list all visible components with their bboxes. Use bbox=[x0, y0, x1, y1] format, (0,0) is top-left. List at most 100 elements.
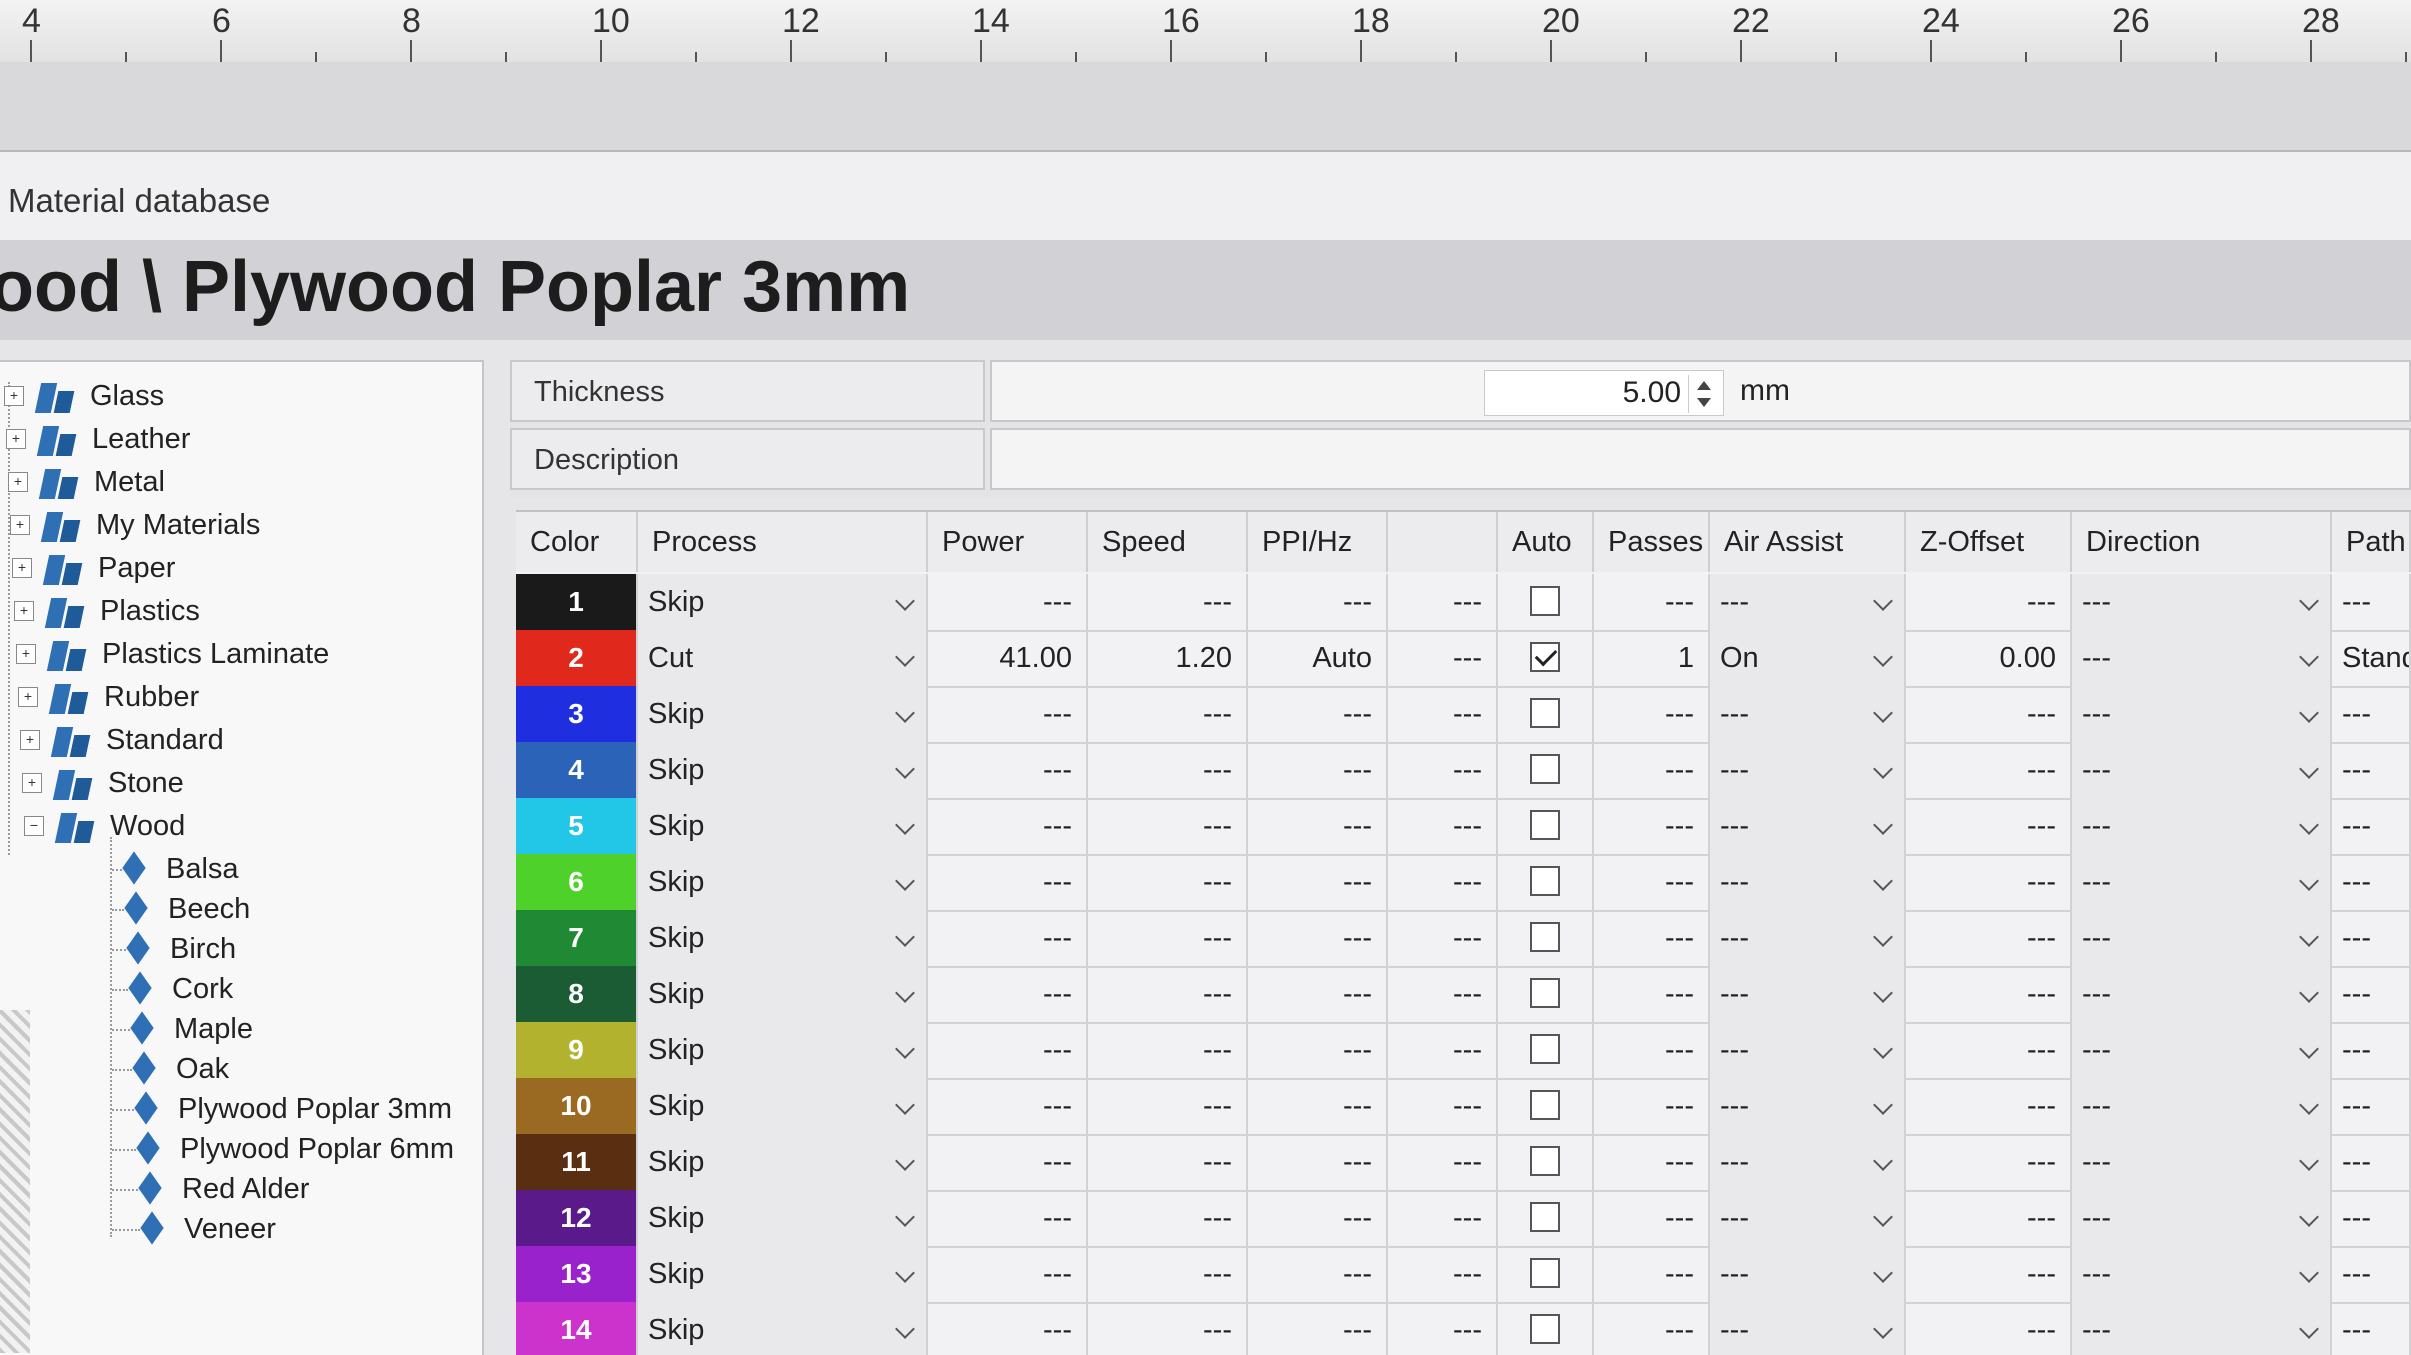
header-process[interactable]: Process bbox=[638, 512, 928, 572]
cell-zoffset-value[interactable]: 0.00 bbox=[1906, 630, 2072, 686]
cell-speed-value[interactable]: --- bbox=[1088, 910, 1248, 966]
color-swatch[interactable]: 1 bbox=[516, 574, 638, 630]
air-assist-select[interactable]: --- bbox=[1710, 854, 1906, 910]
cell-passes-value[interactable]: --- bbox=[1594, 798, 1710, 854]
color-swatch[interactable]: 12 bbox=[516, 1190, 638, 1246]
direction-select[interactable]: --- bbox=[2072, 1246, 2332, 1302]
cell-zoffset-value[interactable]: --- bbox=[1906, 1134, 2072, 1190]
cell-speed-value[interactable]: --- bbox=[1088, 1078, 1248, 1134]
expand-icon[interactable]: + bbox=[16, 644, 36, 664]
color-swatch[interactable]: 8 bbox=[516, 966, 638, 1022]
cell-passes-value[interactable]: --- bbox=[1594, 910, 1710, 966]
cell-passes-value[interactable]: --- bbox=[1594, 1246, 1710, 1302]
auto-checkbox[interactable] bbox=[1530, 1202, 1560, 1232]
direction-select[interactable]: --- bbox=[2072, 1302, 2332, 1355]
direction-select[interactable]: --- bbox=[2072, 574, 2332, 630]
auto-checkbox[interactable] bbox=[1530, 642, 1560, 672]
tree-material-plywood-poplar-6mm[interactable]: Plywood Poplar 6mm bbox=[132, 1129, 454, 1169]
cell-speed-value[interactable]: --- bbox=[1088, 966, 1248, 1022]
cell-extra-value[interactable]: --- bbox=[1388, 854, 1498, 910]
tree-material-plywood-poplar-3mm[interactable]: Plywood Poplar 3mm bbox=[130, 1089, 452, 1129]
direction-select[interactable]: --- bbox=[2072, 854, 2332, 910]
process-select[interactable]: Skip bbox=[638, 798, 928, 854]
cell-power-value[interactable]: --- bbox=[928, 1078, 1088, 1134]
expand-icon[interactable]: + bbox=[14, 601, 34, 621]
cell-ppi-value[interactable]: --- bbox=[1248, 1022, 1388, 1078]
header-color[interactable]: Color bbox=[516, 512, 638, 572]
process-select[interactable]: Skip bbox=[638, 574, 928, 630]
cell-passes-value[interactable]: --- bbox=[1594, 1078, 1710, 1134]
direction-select[interactable]: --- bbox=[2072, 1022, 2332, 1078]
cell-speed-value[interactable]: --- bbox=[1088, 1246, 1248, 1302]
cell-speed-value[interactable]: --- bbox=[1088, 1302, 1248, 1355]
direction-select[interactable]: --- bbox=[2072, 686, 2332, 742]
cell-extra-value[interactable]: --- bbox=[1388, 1078, 1498, 1134]
cell-extra-value[interactable]: --- bbox=[1388, 1022, 1498, 1078]
auto-checkbox[interactable] bbox=[1530, 866, 1560, 896]
cell-speed-value[interactable]: 1.20 bbox=[1088, 630, 1248, 686]
cell-ppi-value[interactable]: --- bbox=[1248, 854, 1388, 910]
auto-checkbox[interactable] bbox=[1530, 586, 1560, 616]
cell-power-value[interactable]: --- bbox=[928, 1302, 1088, 1355]
direction-select[interactable]: --- bbox=[2072, 1134, 2332, 1190]
cell-zoffset-value[interactable]: --- bbox=[1906, 1078, 2072, 1134]
tree-material-oak[interactable]: Oak bbox=[128, 1049, 229, 1089]
tree-material-maple[interactable]: Maple bbox=[126, 1009, 253, 1049]
color-swatch[interactable]: 2 bbox=[516, 630, 638, 686]
cell-extra-value[interactable]: --- bbox=[1388, 910, 1498, 966]
color-swatch[interactable]: 13 bbox=[516, 1246, 638, 1302]
auto-checkbox[interactable] bbox=[1530, 922, 1560, 952]
tree-category-standard[interactable]: + Standard bbox=[20, 720, 224, 760]
cell-power-value[interactable]: --- bbox=[928, 1246, 1088, 1302]
process-select[interactable]: Skip bbox=[638, 1190, 928, 1246]
cell-zoffset-value[interactable]: --- bbox=[1906, 686, 2072, 742]
cell-extra-value[interactable]: --- bbox=[1388, 630, 1498, 686]
cell-ppi-value[interactable]: --- bbox=[1248, 1078, 1388, 1134]
process-select[interactable]: Skip bbox=[638, 1078, 928, 1134]
cell-extra-value[interactable]: --- bbox=[1388, 1190, 1498, 1246]
tree-category-glass[interactable]: + Glass bbox=[4, 376, 164, 416]
cell-power-value[interactable]: --- bbox=[928, 966, 1088, 1022]
cell-zoffset-value[interactable]: --- bbox=[1906, 742, 2072, 798]
direction-select[interactable]: --- bbox=[2072, 1078, 2332, 1134]
color-swatch[interactable]: 14 bbox=[516, 1302, 638, 1355]
header-ppi-hz[interactable]: PPI/Hz bbox=[1248, 512, 1388, 572]
process-select[interactable]: Skip bbox=[638, 854, 928, 910]
cell-ppi-value[interactable]: --- bbox=[1248, 686, 1388, 742]
color-swatch[interactable]: 7 bbox=[516, 910, 638, 966]
direction-select[interactable]: --- bbox=[2072, 798, 2332, 854]
cell-zoffset-value[interactable]: --- bbox=[1906, 1022, 2072, 1078]
cell-passes-value[interactable]: --- bbox=[1594, 1302, 1710, 1355]
tree-category-plastics[interactable]: + Plastics bbox=[14, 591, 200, 631]
cell-ppi-value[interactable]: --- bbox=[1248, 1190, 1388, 1246]
tree-material-red-alder[interactable]: Red Alder bbox=[134, 1169, 309, 1209]
auto-checkbox[interactable] bbox=[1530, 698, 1560, 728]
auto-checkbox[interactable] bbox=[1530, 754, 1560, 784]
tree-material-veneer[interactable]: Veneer bbox=[136, 1209, 276, 1249]
cell-passes-value[interactable]: --- bbox=[1594, 1134, 1710, 1190]
expand-icon[interactable]: + bbox=[6, 429, 26, 449]
header-direction[interactable]: Direction bbox=[2072, 512, 2332, 572]
tree-category-plastics-laminate[interactable]: + Plastics Laminate bbox=[16, 634, 329, 674]
direction-select[interactable]: --- bbox=[2072, 742, 2332, 798]
tree-material-birch[interactable]: Birch bbox=[122, 929, 236, 969]
cell-passes-value[interactable]: --- bbox=[1594, 966, 1710, 1022]
auto-checkbox[interactable] bbox=[1530, 1146, 1560, 1176]
tree-material-cork[interactable]: Cork bbox=[124, 969, 233, 1009]
cell-passes-value[interactable]: --- bbox=[1594, 854, 1710, 910]
cell-passes-value[interactable]: --- bbox=[1594, 1022, 1710, 1078]
cell-extra-value[interactable]: --- bbox=[1388, 686, 1498, 742]
color-swatch[interactable]: 6 bbox=[516, 854, 638, 910]
air-assist-select[interactable]: --- bbox=[1710, 574, 1906, 630]
cell-power-value[interactable]: --- bbox=[928, 910, 1088, 966]
air-assist-select[interactable]: --- bbox=[1710, 1078, 1906, 1134]
cell-zoffset-value[interactable]: --- bbox=[1906, 910, 2072, 966]
cell-speed-value[interactable]: --- bbox=[1088, 854, 1248, 910]
cell-zoffset-value[interactable]: --- bbox=[1906, 854, 2072, 910]
description-field[interactable] bbox=[990, 428, 2411, 490]
auto-checkbox[interactable] bbox=[1530, 810, 1560, 840]
cell-ppi-value[interactable]: --- bbox=[1248, 1246, 1388, 1302]
cell-speed-value[interactable]: --- bbox=[1088, 1134, 1248, 1190]
air-assist-select[interactable]: --- bbox=[1710, 686, 1906, 742]
cell-speed-value[interactable]: --- bbox=[1088, 686, 1248, 742]
